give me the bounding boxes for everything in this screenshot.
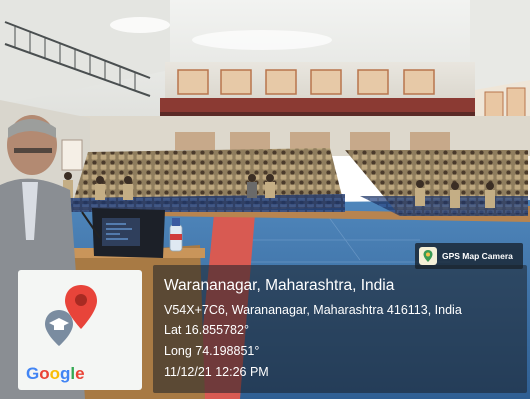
location-pin-icon [65,285,97,329]
google-logo: Google [26,364,85,384]
location-title: Warananagar, Maharashtra, India [164,277,395,294]
gps-badge-label: GPS Map Camera [442,251,513,261]
google-logo-letter: o [39,364,50,383]
gps-camera-icon [419,247,437,265]
longitude-readout: Long 74.198851° [164,344,260,358]
location-address: V54X+7C6, Warananagar, Maharashtra 41611… [164,303,462,317]
photo-frame: Google GPS Map Camera Warananagar, Mahar… [0,0,530,399]
latitude-readout: Lat 16.855782° [164,323,249,337]
google-logo-letter: g [60,364,71,383]
google-logo-letter: e [75,364,85,383]
google-logo-letter: G [26,364,40,383]
timestamp: 11/12/21 12:26 PM [164,365,269,379]
map-thumbnail: Google [18,270,142,390]
google-logo-letter: o [49,364,61,383]
